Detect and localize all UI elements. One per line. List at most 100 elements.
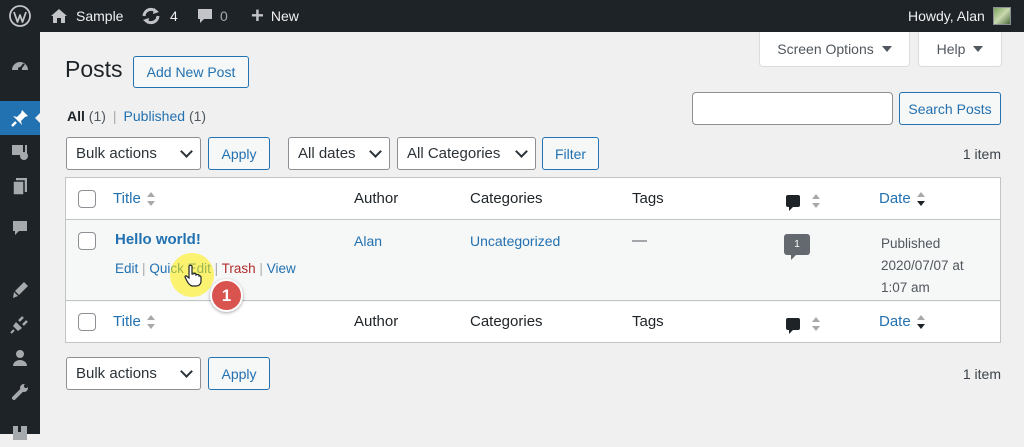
select-all-checkbox[interactable]	[78, 190, 96, 208]
action-separator: |	[142, 261, 146, 276]
tools-icon[interactable]	[0, 375, 40, 409]
comments-link[interactable]: 0	[196, 0, 228, 32]
dashboard-icon[interactable]	[0, 49, 40, 83]
screen-options-button[interactable]: Screen Options	[759, 32, 910, 67]
search-posts-button[interactable]: Search Posts	[899, 92, 1001, 125]
column-date-label: Date	[879, 313, 911, 330]
table-footer: Title Author Categories Tags Date	[66, 300, 1000, 342]
column-title-header[interactable]: Title	[113, 190, 155, 207]
bulk-actions-value: Bulk actions	[76, 145, 157, 162]
column-tags-footer: Tags	[632, 313, 664, 330]
view-published-link[interactable]: Published (1)	[124, 108, 207, 124]
item-count-bottom: 1 item	[962, 366, 1001, 382]
hand-cursor-icon	[184, 264, 202, 287]
appearance-icon[interactable]	[0, 273, 40, 307]
comments-icon[interactable]	[0, 211, 40, 245]
column-author-footer: Author	[354, 313, 399, 330]
plus-icon: +	[251, 3, 264, 28]
chevron-down-icon	[369, 144, 382, 158]
comment-count-bubble[interactable]: 1	[784, 234, 810, 260]
sort-icon	[146, 192, 155, 207]
step-number: 1	[221, 285, 232, 305]
column-date-footer[interactable]: Date	[879, 313, 925, 330]
edit-link[interactable]: Edit	[115, 261, 138, 276]
dates-filter-select[interactable]: All dates	[288, 137, 390, 170]
item-count-top: 1 item	[962, 146, 1001, 162]
post-date: Published 2020/07/07 at 1:07 am	[881, 233, 964, 299]
site-name: Sample	[76, 8, 124, 24]
view-published-count: (1)	[188, 108, 207, 124]
post-status: Published	[881, 236, 941, 251]
add-new-post-label: Add New Post	[146, 64, 236, 80]
howdy-text: Howdy, Alan	[908, 8, 985, 24]
caret-down-icon	[973, 46, 984, 52]
view-link[interactable]: View	[267, 261, 296, 276]
filter-button[interactable]: Filter	[542, 137, 599, 170]
new-content-link[interactable]: + New	[251, 0, 299, 32]
post-search-input[interactable]	[692, 92, 893, 125]
step-number-badge: 1	[210, 279, 243, 312]
search-posts-label: Search Posts	[908, 100, 992, 117]
view-all-count: (1)	[88, 108, 106, 124]
apply-label: Apply	[221, 365, 257, 382]
column-title-footer[interactable]: Title	[113, 313, 155, 330]
updates-count: 4	[170, 8, 178, 24]
updates-link[interactable]: 4	[141, 0, 178, 32]
row-checkbox[interactable]	[78, 232, 96, 250]
avatar	[992, 7, 1011, 25]
column-title-label: Title	[113, 313, 141, 330]
page-title: Posts	[65, 56, 123, 82]
post-tags: —	[632, 232, 647, 249]
column-author-header: Author	[354, 190, 399, 207]
sort-desc-icon	[916, 192, 925, 207]
bulk-actions-select-bottom[interactable]: Bulk actions	[66, 357, 201, 390]
chevron-down-icon	[515, 144, 528, 158]
pages-icon[interactable]	[0, 169, 40, 203]
column-date-header[interactable]: Date	[879, 190, 925, 207]
bulk-actions-value: Bulk actions	[76, 365, 157, 382]
categories-filter-select[interactable]: All Categories	[397, 137, 536, 170]
column-comments-footer[interactable]	[786, 315, 820, 335]
post-time-value: 1:07 am	[881, 280, 930, 295]
users-icon[interactable]	[0, 341, 40, 375]
view-separator: |	[112, 108, 117, 124]
column-categories-header: Categories	[470, 190, 543, 207]
post-category-link[interactable]: Uncategorized	[470, 233, 560, 249]
updates-icon	[142, 7, 160, 25]
sort-icon	[812, 317, 820, 332]
plugins-icon[interactable]	[0, 307, 40, 341]
apply-button-bottom[interactable]: Apply	[208, 357, 270, 390]
media-icon[interactable]	[0, 135, 40, 169]
my-account-link[interactable]: Howdy, Alan	[908, 0, 1011, 32]
post-author-link[interactable]: Alan	[354, 233, 382, 249]
comment-icon	[786, 318, 800, 335]
posts-pin-icon[interactable]	[0, 101, 41, 135]
wordpress-logo-icon[interactable]	[9, 0, 31, 32]
post-date-value: 2020/07/07 at	[881, 258, 964, 273]
admin-menu	[0, 32, 41, 440]
site-name-link[interactable]: Sample	[50, 0, 123, 32]
apply-button-top[interactable]: Apply	[208, 137, 270, 170]
bulk-actions-select-top[interactable]: Bulk actions	[66, 137, 201, 170]
new-label: New	[270, 8, 299, 24]
view-all-link[interactable]: All (1)	[67, 108, 106, 124]
post-title-link[interactable]: Hello world!	[115, 231, 201, 248]
column-comments-header[interactable]	[786, 192, 820, 212]
select-all-checkbox-footer[interactable]	[78, 313, 96, 331]
filter-label: Filter	[554, 145, 587, 162]
comment-count: 1	[794, 239, 800, 250]
help-button[interactable]: Help	[918, 32, 1002, 67]
chevron-down-icon	[180, 144, 193, 158]
add-new-post-button[interactable]: Add New Post	[133, 56, 249, 88]
action-separator: |	[259, 261, 263, 276]
help-label: Help	[936, 41, 966, 57]
trash-link[interactable]: Trash	[222, 261, 256, 276]
post-status-views: All (1) | Published (1)	[67, 108, 206, 124]
caret-down-icon	[881, 46, 892, 52]
screen-options-label: Screen Options	[777, 41, 874, 57]
categories-filter-value: All Categories	[407, 145, 501, 162]
settings-icon[interactable]	[0, 413, 40, 447]
sort-desc-icon	[916, 315, 925, 330]
comments-count: 0	[220, 8, 228, 24]
column-title-label: Title	[113, 190, 141, 207]
